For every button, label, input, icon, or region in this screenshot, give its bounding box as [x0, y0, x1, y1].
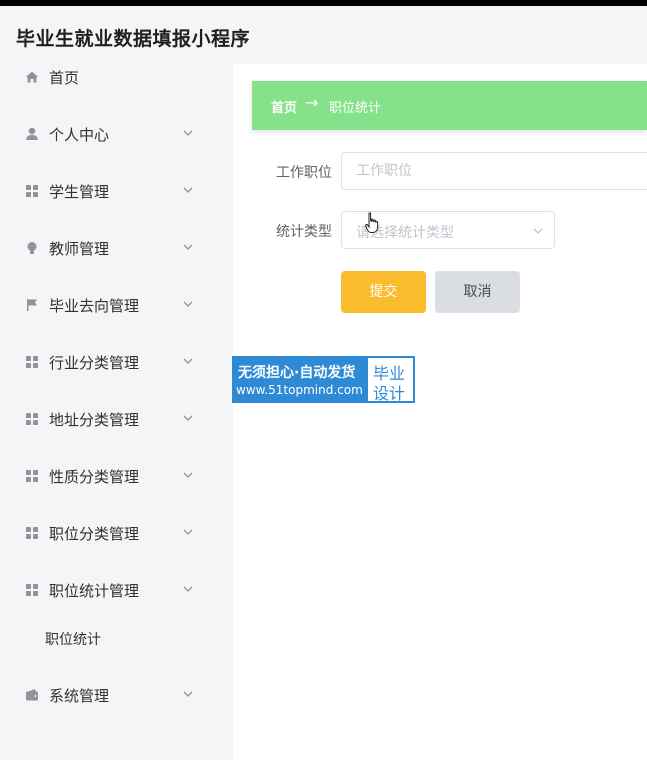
- grid-icon: [26, 527, 38, 539]
- sidebar: 首页 个人中心 学生管理 教师管理 毕业去向管理 行业分类管理 地址分类管理 性…: [0, 58, 206, 713]
- hand-cursor-icon: [365, 212, 379, 233]
- grid-icon: [26, 413, 38, 425]
- app-title: 毕业生就业数据填报小程序: [16, 28, 251, 50]
- breadcrumb-home-link[interactable]: 首页: [271, 97, 297, 116]
- home-icon: [26, 71, 38, 83]
- sidebar-item-label: 教师管理: [49, 240, 110, 258]
- watermark-text-2: 设计: [373, 384, 406, 403]
- sidebar-item-teacher-management[interactable]: 教师管理: [0, 231, 206, 271]
- sidebar-item-label: 首页: [49, 69, 80, 87]
- sidebar-item-position-category[interactable]: 职位分类管理: [0, 516, 206, 556]
- sidebar-item-system-management[interactable]: 系统管理: [0, 678, 206, 718]
- user-icon: [26, 127, 38, 140]
- chevron-down-icon: [183, 586, 193, 592]
- chevron-down-icon: [183, 415, 193, 421]
- sidebar-item-nature-category[interactable]: 性质分类管理: [0, 459, 206, 499]
- sidebar-item-label: 性质分类管理: [49, 468, 140, 486]
- sidebar-item-label: 个人中心: [49, 126, 110, 144]
- sidebar-subitem-position-statistics[interactable]: 职位统计: [45, 629, 101, 649]
- sidebar-item-label: 地址分类管理: [49, 411, 140, 429]
- grid-icon: [26, 356, 38, 368]
- chevron-down-icon: [183, 187, 193, 193]
- watermark-banner: 无须担心·自动发货 www.51topmind.com 毕业 设计: [232, 356, 415, 403]
- sidebar-item-label: 系统管理: [49, 687, 110, 705]
- sidebar-item-graduation-destination[interactable]: 毕业去向管理: [0, 288, 206, 328]
- sidebar-item-industry-category[interactable]: 行业分类管理: [0, 345, 206, 385]
- flag-icon: [27, 299, 37, 311]
- position-input[interactable]: [341, 152, 647, 190]
- chevron-down-icon: [533, 228, 543, 234]
- sidebar-item-address-category[interactable]: 地址分类管理: [0, 402, 206, 442]
- watermark-slogan: 无须担心·自动发货: [238, 365, 356, 381]
- grid-icon: [26, 470, 38, 482]
- watermark-left: 无须担心·自动发货 www.51topmind.com: [234, 358, 367, 401]
- chevron-down-icon: [183, 472, 193, 478]
- chevron-down-icon: [183, 301, 193, 307]
- breadcrumb: 首页 → 职位统计: [252, 81, 647, 130]
- grid-icon: [26, 584, 38, 596]
- chevron-down-icon: [183, 130, 193, 136]
- cancel-button[interactable]: 取消: [435, 271, 520, 313]
- sidebar-item-label: 行业分类管理: [49, 354, 140, 372]
- chevron-down-icon: [183, 529, 193, 535]
- position-label: 工作职位: [276, 165, 332, 181]
- watermark-url: www.51topmind.com: [236, 383, 363, 397]
- sidebar-item-label: 毕业去向管理: [49, 297, 140, 315]
- sidebar-item-position-statistics-management[interactable]: 职位统计管理: [0, 573, 206, 613]
- chevron-down-icon: [183, 691, 193, 697]
- breadcrumb-current: 职位统计: [329, 101, 382, 116]
- watermark-right: 毕业 设计: [368, 358, 413, 403]
- sidebar-item-label: 职位统计管理: [49, 582, 140, 600]
- sidebar-item-label: 学生管理: [49, 183, 110, 201]
- submit-button[interactable]: 提交: [341, 271, 426, 313]
- chevron-down-icon: [183, 244, 193, 250]
- app-header: 毕业生就业数据填报小程序: [0, 6, 647, 64]
- arrow-right-icon: →: [305, 93, 319, 112]
- chevron-down-icon: [183, 358, 193, 364]
- sidebar-item-label: 职位分类管理: [49, 525, 140, 543]
- grid-icon: [26, 185, 38, 197]
- type-label: 统计类型: [276, 224, 332, 240]
- bulb-icon: [27, 242, 37, 254]
- sidebar-item-home[interactable]: 首页: [0, 60, 206, 100]
- sidebar-item-student-management[interactable]: 学生管理: [0, 174, 206, 214]
- sidebar-item-personal-center[interactable]: 个人中心: [0, 117, 206, 157]
- wallet-icon: [26, 689, 38, 701]
